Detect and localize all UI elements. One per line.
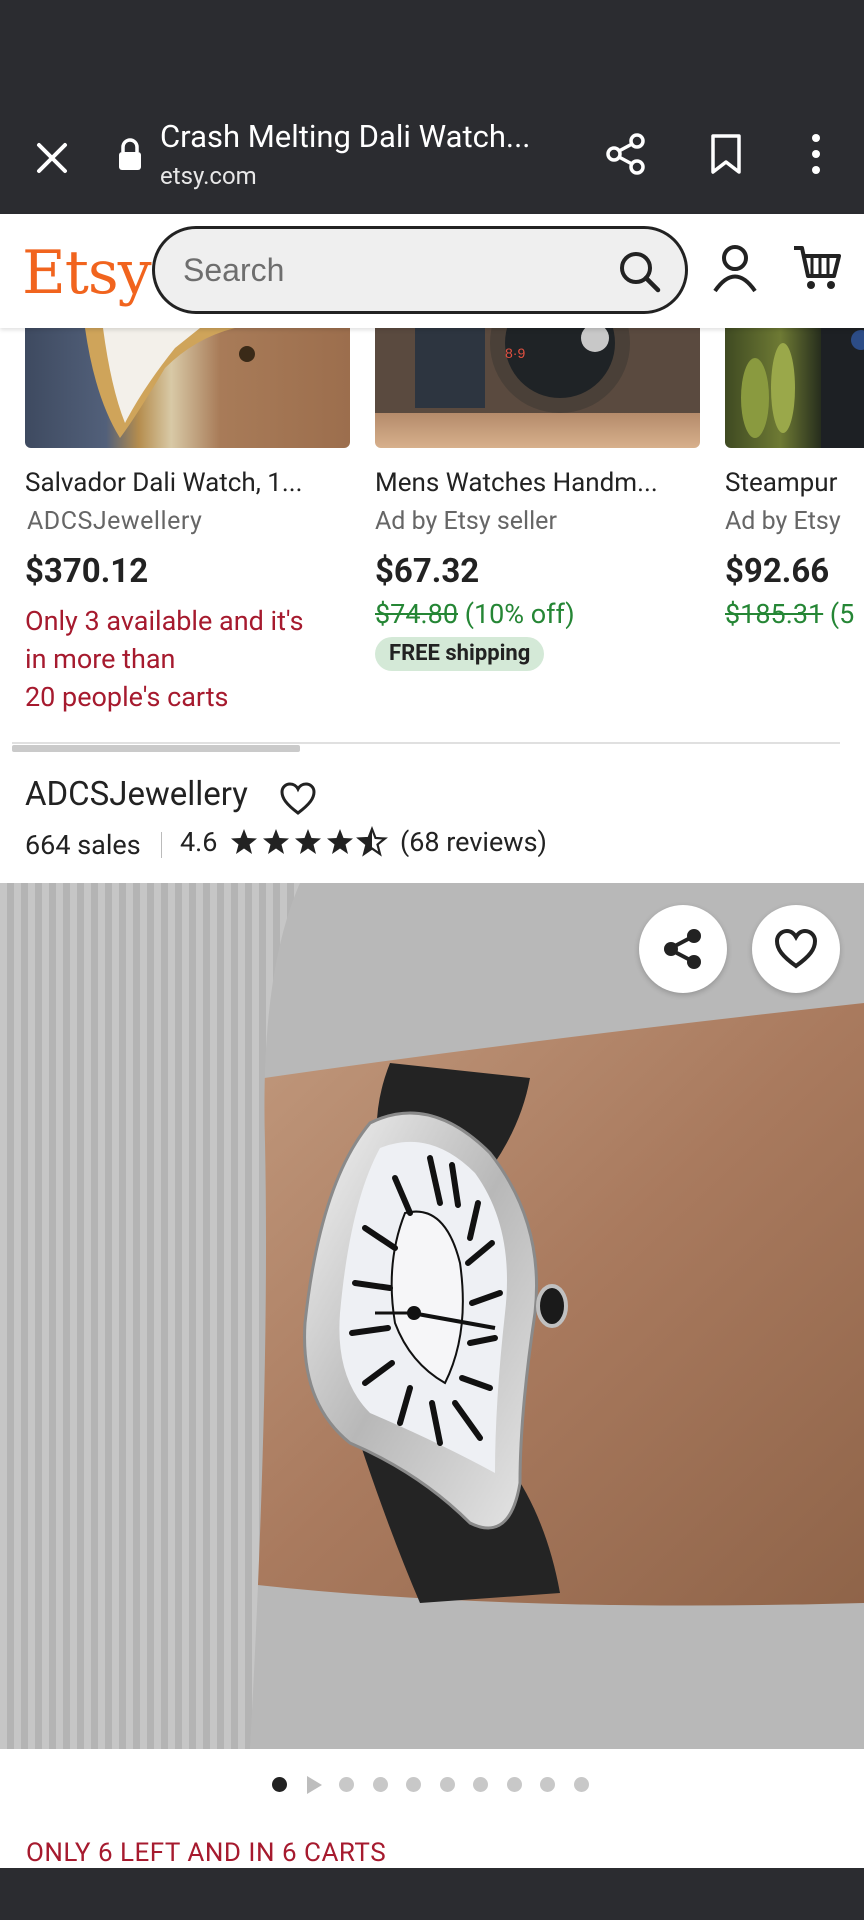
etsy-header: Etsy xyxy=(0,214,864,328)
image-pagination xyxy=(0,1772,864,1798)
system-navigation-bar xyxy=(0,1868,864,1920)
original-price: $74.80 xyxy=(375,598,458,630)
share-icon[interactable] xyxy=(604,132,648,176)
shop-name[interactable]: ADCSJewellery xyxy=(25,775,248,814)
carousel-scroll-thumb[interactable] xyxy=(12,745,300,752)
scarcity-note-line: Only 3 available and it's xyxy=(25,605,304,637)
sale-line: $74.80 (10% off) xyxy=(375,598,575,630)
shop-rating: 4.6 xyxy=(180,826,218,858)
pagination-dot[interactable] xyxy=(406,1777,421,1792)
main-product-image[interactable] xyxy=(0,883,864,1749)
search-icon[interactable] xyxy=(617,249,663,295)
share-icon xyxy=(664,929,701,969)
original-price: $185.31 xyxy=(725,598,824,630)
product-price: $92.66 xyxy=(725,552,830,591)
sale-line: $185.31 (5 xyxy=(725,598,864,630)
lock-icon xyxy=(119,138,141,170)
product-image[interactable] xyxy=(25,328,350,448)
favorite-shop-heart-icon[interactable] xyxy=(280,782,316,816)
pagination-dot[interactable] xyxy=(540,1777,555,1792)
video-indicator-icon[interactable] xyxy=(305,1775,323,1795)
product-shop: Ad by Etsy seller xyxy=(375,507,557,536)
discount-text: (5 xyxy=(829,598,855,630)
pagination-dot[interactable] xyxy=(372,1777,388,1792)
watch-photo xyxy=(0,883,864,1749)
review-count[interactable]: (68 reviews) xyxy=(400,826,547,858)
status-bar xyxy=(0,0,864,110)
pagination-dot[interactable] xyxy=(439,1777,455,1792)
free-shipping-badge: FREE shipping xyxy=(375,637,545,671)
account-icon[interactable] xyxy=(712,244,758,294)
etsy-logo[interactable]: Etsy xyxy=(22,238,152,308)
cart-icon[interactable] xyxy=(792,244,842,292)
search-bar[interactable] xyxy=(152,226,688,314)
stock-notice: ONLY 6 LEFT AND IN 6 CARTS xyxy=(26,1838,387,1868)
browser-toolbar: Crash Melting Dali Watch... etsy.com xyxy=(0,110,864,214)
pagination-dot[interactable] xyxy=(573,1777,589,1792)
product-price: $370.12 xyxy=(25,552,149,591)
product-title[interactable]: Salvador Dali Watch, 1... xyxy=(25,468,350,498)
pagination-dot[interactable] xyxy=(506,1777,522,1792)
svg-text:8·9: 8·9 xyxy=(505,345,525,361)
product-shop: ADCSJewellery xyxy=(27,507,203,536)
bookmark-icon[interactable] xyxy=(708,132,744,176)
scarcity-note: Only 3 available and it's in more than 2… xyxy=(25,602,304,716)
page-url: etsy.com xyxy=(160,162,257,190)
sales-count: 664 sales xyxy=(25,829,141,861)
pagination-dot[interactable] xyxy=(473,1777,488,1792)
page-title: Crash Melting Dali Watch... xyxy=(160,118,531,155)
stats-divider xyxy=(161,832,163,858)
carousel-scroll-track xyxy=(12,742,840,744)
pagination-dot-active[interactable] xyxy=(272,1777,287,1792)
heart-icon xyxy=(774,929,818,969)
close-icon[interactable] xyxy=(34,140,70,176)
product-shop: Ad by Etsy xyxy=(725,507,841,536)
product-price: $67.32 xyxy=(375,552,480,591)
product-title[interactable]: Mens Watches Handm... xyxy=(375,468,695,498)
favorite-item-button[interactable] xyxy=(752,905,840,993)
more-options-icon[interactable] xyxy=(804,132,828,176)
scarcity-note-line: 20 people's carts xyxy=(25,681,229,713)
product-image[interactable]: 8·9 xyxy=(375,328,700,448)
shop-stats: 664 sales xyxy=(25,829,176,861)
rating-stars-icon xyxy=(231,827,387,856)
pagination-dot[interactable] xyxy=(339,1777,354,1792)
search-input[interactable] xyxy=(181,247,605,293)
share-button[interactable] xyxy=(639,905,727,993)
product-title[interactable]: Steampur xyxy=(725,468,864,498)
discount-text: (10% off) xyxy=(464,598,575,630)
product-image[interactable] xyxy=(725,328,864,448)
scarcity-note-line: in more than xyxy=(25,643,176,675)
